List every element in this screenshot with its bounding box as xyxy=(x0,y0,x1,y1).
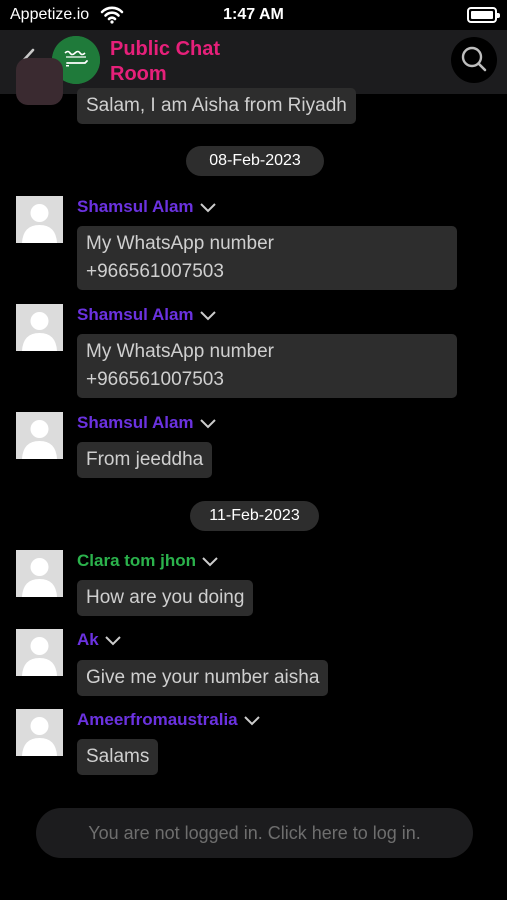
default-user-icon xyxy=(22,204,57,243)
search-icon xyxy=(461,46,487,72)
date-separator: 11-Feb-2023 xyxy=(190,501,319,531)
chat-list[interactable]: Salam, I am Aisha from Riyadh 08-Feb-202… xyxy=(0,58,507,900)
message-bubble: My WhatsApp number +966561007503 xyxy=(77,226,457,290)
user-avatar xyxy=(16,412,63,459)
chevron-down-icon[interactable] xyxy=(199,418,216,429)
battery-icon xyxy=(467,7,500,23)
message-bubble: Salam, I am Aisha from Riyadh xyxy=(77,88,356,124)
page-title: Public Chat Room xyxy=(110,38,221,85)
clock: 1:47 AM xyxy=(223,6,284,23)
sender-name[interactable]: Shamsul Alam xyxy=(77,304,216,326)
chat-header: Public Chat Room xyxy=(0,30,507,94)
search-button[interactable] xyxy=(451,37,497,83)
sender-name[interactable]: Shamsul Alam xyxy=(77,412,216,434)
message-bubble: From jeeddha xyxy=(77,442,213,478)
message-bubble: How are you doing xyxy=(77,580,254,616)
chevron-down-icon[interactable] xyxy=(199,202,216,213)
chevron-down-icon[interactable] xyxy=(202,556,218,567)
sender-name[interactable]: Shamsul Alam xyxy=(77,196,216,218)
message-bubble: Salams xyxy=(77,739,159,775)
default-user-icon xyxy=(22,312,57,351)
chevron-down-icon[interactable] xyxy=(199,310,216,321)
chevron-down-icon[interactable] xyxy=(243,715,260,726)
user-avatar xyxy=(16,629,63,676)
default-user-icon xyxy=(22,558,57,597)
user-avatar xyxy=(16,709,63,756)
user-avatar xyxy=(16,550,63,597)
message-bubble: My WhatsApp number +966561007503 xyxy=(77,334,457,398)
sender-name[interactable]: Ak xyxy=(77,629,121,651)
message-bubble: Give me your number aisha xyxy=(77,660,329,696)
user-avatar xyxy=(16,58,63,105)
default-user-icon xyxy=(22,717,57,756)
login-prompt-button[interactable]: You are not logged in. Click here to log… xyxy=(36,808,473,858)
sender-name[interactable]: Ameerfromaustralia xyxy=(77,709,260,731)
sender-name[interactable]: Clara tom jhon xyxy=(77,550,218,572)
date-separator: 08-Feb-2023 xyxy=(186,146,324,176)
user-avatar xyxy=(16,304,63,351)
status-bar: Appetize.io 1:47 AM xyxy=(0,0,507,30)
default-user-icon xyxy=(22,637,57,676)
default-user-icon xyxy=(22,420,57,459)
user-avatar xyxy=(16,196,63,243)
chevron-down-icon[interactable] xyxy=(105,635,121,646)
